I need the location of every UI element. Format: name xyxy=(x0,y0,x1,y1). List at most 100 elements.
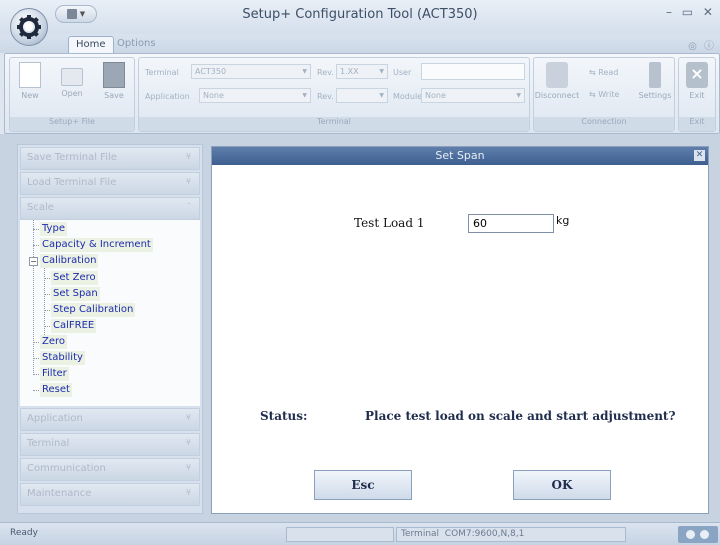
rev-select[interactable]: 1.XX ▼ xyxy=(336,64,388,79)
application-select[interactable]: None ▼ xyxy=(199,88,311,103)
nav-section-scale[interactable]: Scale ˆ xyxy=(20,197,200,220)
tree-line xyxy=(33,220,34,375)
nav-section-label: Maintenance xyxy=(27,488,92,499)
status-label: Status: xyxy=(260,409,308,423)
nav-section-terminal[interactable]: Terminal ¥ xyxy=(20,433,200,456)
terminal-select[interactable]: ACT350 ▼ xyxy=(191,64,311,79)
nav-section-save-terminal-file[interactable]: Save Terminal File ¥ xyxy=(20,147,200,170)
chevron-up-icon: ˆ xyxy=(187,202,191,211)
chevron-down-icon: ¥ xyxy=(185,413,191,422)
nav-section-label: Scale xyxy=(27,202,54,213)
user-field[interactable] xyxy=(421,63,525,80)
rev2-select[interactable]: ▼ xyxy=(336,88,388,103)
new-button-label: New xyxy=(21,91,39,100)
write-button[interactable]: ⇆ Write xyxy=(589,90,619,99)
user-label: User xyxy=(393,68,412,77)
close-icon[interactable]: ✕ xyxy=(694,150,705,161)
application-label: Application xyxy=(145,92,190,101)
open-button[interactable]: Open xyxy=(54,62,90,98)
test-load-input[interactable] xyxy=(468,214,554,233)
terminal-label: Terminal xyxy=(145,68,179,77)
chevron-down-icon: ¥ xyxy=(185,152,191,161)
floppy-icon xyxy=(103,62,125,88)
tree-item-step-calibration[interactable]: Step Calibration xyxy=(51,303,136,317)
open-button-label: Open xyxy=(61,89,83,98)
chevron-down-icon: ¥ xyxy=(185,463,191,472)
new-button[interactable]: New xyxy=(12,62,48,100)
tree-item-stability[interactable]: Stability xyxy=(40,351,85,365)
settings-button[interactable]: Settings xyxy=(636,62,674,100)
write-label: Write xyxy=(598,90,620,99)
chevron-down-icon: ▼ xyxy=(379,68,384,75)
ribbon-group-exit: × Exit Exit xyxy=(678,57,716,132)
chevron-down-icon: ▼ xyxy=(302,92,307,99)
tab-options[interactable]: Options xyxy=(110,36,163,53)
status-ready: Ready xyxy=(10,528,38,538)
tree-line xyxy=(44,326,50,327)
rev-label: Rev. xyxy=(317,68,334,77)
rev-value: 1.XX xyxy=(340,67,359,76)
tree-item-filter[interactable]: Filter xyxy=(40,367,69,381)
status-connection: Terminal COM7:9600,N,8,1 xyxy=(396,527,626,542)
tree-item-type[interactable]: Type xyxy=(40,222,67,236)
chevron-down-icon: ¥ xyxy=(185,488,191,497)
nav-section-communication[interactable]: Communication ¥ xyxy=(20,458,200,481)
tree-item-capacity-increment[interactable]: Capacity & Increment xyxy=(40,238,153,252)
tree-item-set-span[interactable]: Set Span xyxy=(51,287,100,301)
read-button[interactable]: ⇆ Read xyxy=(589,68,618,77)
application-menu-button[interactable] xyxy=(10,8,48,46)
disconnect-button[interactable]: Disconnect xyxy=(534,62,580,100)
panel-title-bar: Set Span ✕ xyxy=(212,147,708,165)
group-label-connection: Connection xyxy=(534,117,674,131)
ribbon-group-file: New Open Save Setup+ File xyxy=(9,57,135,132)
status-segment xyxy=(286,527,394,542)
group-label-terminal: Terminal xyxy=(139,117,529,131)
status-bar: Ready Terminal COM7:9600,N,8,1 xyxy=(0,522,720,545)
main-area: Save Terminal File ¥ Load Terminal File … xyxy=(0,134,720,522)
tree-item-reset[interactable]: Reset xyxy=(40,383,72,397)
wrench-icon xyxy=(649,62,661,88)
tree-item-set-zero[interactable]: Set Zero xyxy=(51,271,98,285)
module-select[interactable]: None ▼ xyxy=(421,88,525,103)
nav-section-label: Application xyxy=(27,413,83,424)
tree-line xyxy=(33,358,39,359)
tree-line xyxy=(44,294,50,295)
new-doc-icon xyxy=(19,62,41,88)
help-icons[interactable]: ◎ ⓘ xyxy=(688,37,716,52)
tree-item-calibration[interactable]: Calibration xyxy=(40,254,99,268)
nav-section-maintenance[interactable]: Maintenance ¥ xyxy=(20,483,200,506)
save-button[interactable]: Save xyxy=(96,62,132,100)
chevron-down-icon: ▼ xyxy=(516,92,521,99)
terminal-value: ACT350 xyxy=(195,67,227,76)
esc-button[interactable]: Esc xyxy=(314,470,412,500)
chevron-down-icon: ▼ xyxy=(302,68,307,75)
disconnect-label: Disconnect xyxy=(534,91,580,100)
save-button-label: Save xyxy=(104,91,124,100)
chevron-down-icon: ¥ xyxy=(185,438,191,447)
collapse-icon[interactable]: − xyxy=(29,257,38,266)
ok-button[interactable]: OK xyxy=(513,470,611,500)
tree-line xyxy=(44,310,50,311)
group-label-exit: Exit xyxy=(679,117,715,131)
rev2-label: Rev. xyxy=(317,92,334,101)
ribbon-tabs: Home Options ◎ ⓘ xyxy=(0,34,720,53)
tree-item-zero[interactable]: Zero xyxy=(40,335,68,349)
tree-line xyxy=(33,374,39,375)
status-terminal-label: Terminal xyxy=(401,529,440,539)
tree-line xyxy=(44,278,50,279)
window-controls[interactable]: – ▭ ✕ xyxy=(666,5,716,19)
nav-section-load-terminal-file[interactable]: Load Terminal File ¥ xyxy=(20,172,200,195)
exit-button[interactable]: × Exit xyxy=(679,62,715,100)
nav-section-application[interactable]: Application ¥ xyxy=(20,408,200,431)
nav-section-label: Communication xyxy=(27,463,106,474)
group-label-file: Setup+ File xyxy=(10,117,134,131)
status-message: Place test load on scale and start adjus… xyxy=(365,409,676,423)
tree-item-calfree[interactable]: CalFREE xyxy=(51,319,97,333)
set-span-panel: Set Span ✕ Test Load 1 kg Status: Place … xyxy=(211,146,709,514)
tab-home[interactable]: Home xyxy=(68,36,114,53)
exit-label: Exit xyxy=(689,91,705,100)
disconnect-icon xyxy=(546,62,568,88)
nav-section-label: Save Terminal File xyxy=(27,152,117,163)
indicator-icon xyxy=(700,530,709,539)
status-indicators xyxy=(678,526,718,543)
